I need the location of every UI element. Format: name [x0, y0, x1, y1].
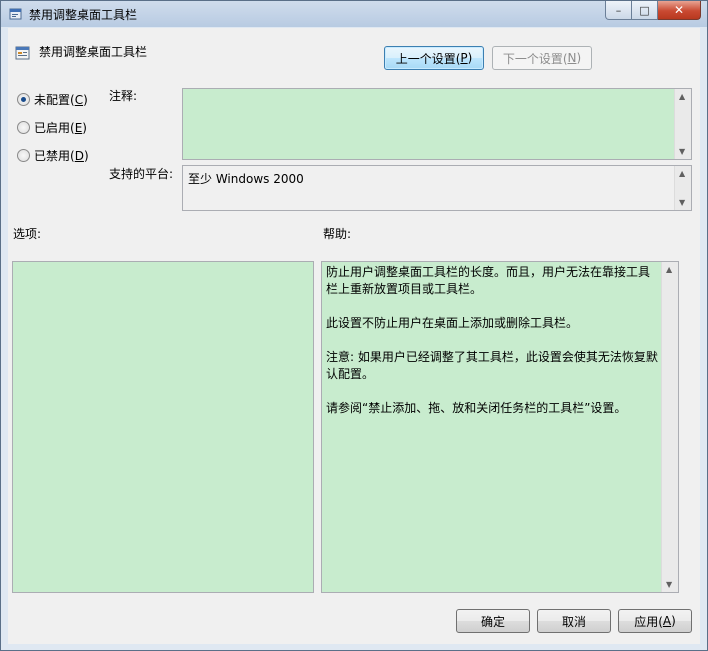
radio-indicator[interactable] — [17, 149, 30, 162]
maximize-icon: □ — [639, 3, 650, 17]
platform-scrollbar[interactable]: ▲ ▼ — [674, 166, 691, 210]
scroll-down-icon[interactable]: ▼ — [666, 580, 672, 589]
close-button[interactable]: ✕ — [658, 1, 701, 20]
minimize-button[interactable]: – — [605, 1, 632, 20]
dialog-client: 禁用调整桌面工具栏 上一个设置(P) 下一个设置(N) 未配置(C) 已启用(E… — [8, 28, 700, 644]
radio-enabled[interactable]: 已启用(E) — [17, 119, 87, 136]
scroll-up-icon[interactable]: ▲ — [679, 169, 685, 178]
setting-title: 禁用调整桌面工具栏 — [39, 45, 148, 59]
radio-indicator[interactable] — [17, 121, 30, 134]
platform-value: 至少 Windows 2000 — [188, 172, 304, 186]
next-setting-button[interactable]: 下一个设置(N) — [492, 46, 592, 70]
scroll-down-icon[interactable]: ▼ — [679, 147, 685, 156]
radio-not-configured[interactable]: 未配置(C) — [17, 91, 88, 108]
help-paragraph: 此设置不防止用户在桌面上添加或删除工具栏。 — [326, 316, 579, 330]
apply-button[interactable]: 应用(A) — [618, 609, 692, 633]
help-paragraph: 防止用户调整桌面工具栏的长度。而且，用户无法在靠接工具栏上重新放置项目或工具栏。 — [326, 265, 651, 296]
options-label: 选项: — [13, 227, 42, 241]
help-text: 防止用户调整桌面工具栏的长度。而且，用户无法在靠接工具栏上重新放置项目或工具栏。… — [326, 264, 658, 434]
help-scrollbar[interactable]: ▲ ▼ — [661, 262, 678, 592]
minimize-icon: – — [615, 3, 622, 17]
close-icon: ✕ — [673, 3, 685, 17]
scroll-down-icon[interactable]: ▼ — [679, 198, 685, 207]
title-bar[interactable]: 禁用调整桌面工具栏 – □ ✕ — [1, 1, 707, 27]
scroll-up-icon[interactable]: ▲ — [666, 265, 672, 274]
policy-icon — [9, 8, 22, 20]
help-paragraph: 请参阅“禁止添加、拖、放和关闭任务栏的工具栏”设置。 — [326, 401, 627, 415]
help-pane: 防止用户调整桌面工具栏的长度。而且，用户无法在靠接工具栏上重新放置项目或工具栏。… — [321, 261, 679, 593]
comment-scrollbar[interactable]: ▲ ▼ — [674, 89, 691, 159]
window-controls: – □ ✕ — [605, 1, 701, 20]
dialog-window: 禁用调整桌面工具栏 – □ ✕ 禁用调整桌面工具栏 上一个设置(P) 下一个设置 — [0, 0, 708, 651]
platform-field: 至少 Windows 2000 ▲ ▼ — [182, 165, 692, 211]
comment-label: 注释: — [109, 89, 138, 103]
radio-disabled[interactable]: 已禁用(D) — [17, 147, 89, 164]
window-title: 禁用调整桌面工具栏 — [29, 8, 138, 22]
scroll-up-icon[interactable]: ▲ — [679, 92, 685, 101]
platform-label: 支持的平台: — [109, 167, 174, 181]
options-pane — [12, 261, 314, 593]
help-paragraph: 注意: 如果用户已经调整了其工具栏，此设置会使其无法恢复默认配置。 — [326, 350, 658, 381]
ok-button[interactable]: 确定 — [456, 609, 530, 633]
setting-icon — [15, 46, 30, 60]
maximize-button[interactable]: □ — [632, 1, 658, 20]
cancel-button[interactable]: 取消 — [537, 609, 611, 633]
previous-setting-button[interactable]: 上一个设置(P) — [384, 46, 484, 70]
comment-textarea[interactable]: ▲ ▼ — [182, 88, 692, 160]
help-label: 帮助: — [323, 227, 352, 241]
radio-indicator[interactable] — [17, 93, 30, 106]
